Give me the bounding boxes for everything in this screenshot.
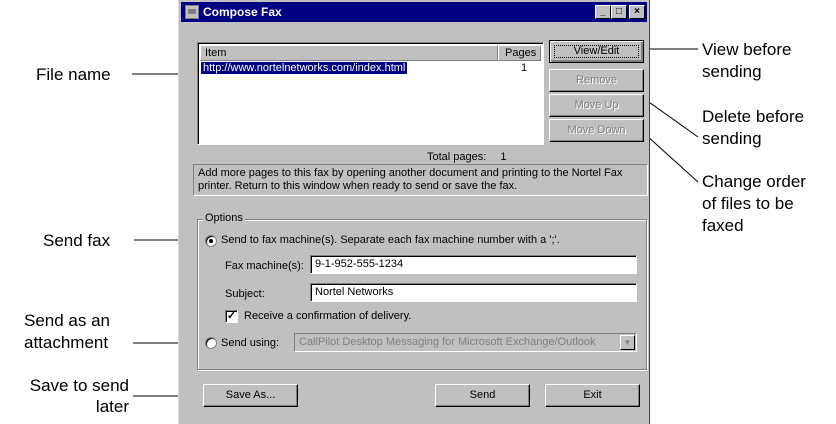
total-pages-value: 1 [500,151,507,163]
close-button[interactable]: × [629,5,645,19]
callout-change-order-line3: faxed [702,216,744,235]
save-as-button[interactable]: Save As... [203,384,298,407]
title-bar[interactable]: Compose Fax _ □ × [181,2,647,22]
view-edit-label: View/Edit [573,45,620,57]
file-list[interactable]: Item Pages http://www.nortelnetworks.com… [197,42,544,145]
callout-view-before-line1: View before [702,40,792,59]
callout-send-attachment-line1: Send as an [24,311,111,330]
send-to-fax-radio[interactable] [205,235,217,247]
file-name-text: http://www.nortelnetworks.com/index.html [201,62,408,74]
subject-label: Subject: [225,288,265,300]
total-pages: Total pages: 1 [427,151,506,163]
total-pages-label: Total pages: [427,151,487,163]
remove-button[interactable]: Remove [549,69,644,92]
list-item[interactable]: http://www.nortelnetworks.com/index.html [201,62,408,75]
confirmation-label: Receive a confirmation of delivery. [244,310,412,322]
callout-view-before-line2: sending [702,62,762,81]
move-down-button[interactable]: Move Down [549,119,644,142]
options-group-label: Options [203,212,245,224]
move-up-button[interactable]: Move Up [549,94,644,117]
callout-file-name: File name [36,65,111,84]
view-edit-button[interactable]: View/Edit [549,40,644,63]
send-to-fax-label: Send to fax machine(s). Separate each fa… [221,234,560,246]
callout-save-later-line1: Save to send [29,376,129,395]
fax-machines-input[interactable]: 9-1-952-555-1234 [310,255,637,274]
compose-fax-window: Compose Fax _ □ × Item Pages http://www.… [178,0,650,424]
send-using-value: CallPilot Desktop Messaging for Microsof… [299,336,596,348]
fax-app-icon [185,5,199,19]
minimize-button[interactable]: _ [595,5,611,19]
callout-send-fax: Send fax [43,231,111,250]
maximize-button[interactable]: □ [611,5,627,19]
send-button[interactable]: Send [435,384,530,407]
window-title: Compose Fax [203,5,282,19]
send-using-label: Send using: [221,337,280,349]
callout-send-attachment-line2: attachment [24,333,109,352]
confirmation-checkbox[interactable]: ✓ [225,310,238,323]
info-text: Add more pages to this fax by opening an… [193,164,648,196]
callout-delete-before-line2: sending [702,129,762,148]
subject-input[interactable]: Nortel Networks [310,283,637,302]
callout-change-order-line1: Change order [702,172,806,191]
callout-delete-before-line1: Delete before [702,107,805,126]
send-using-radio[interactable] [205,337,217,349]
chevron-down-icon[interactable]: ▼ [620,335,635,350]
column-header-pages[interactable]: Pages [498,45,541,61]
callout-save-later-line2: later [95,397,129,416]
send-using-select[interactable]: CallPilot Desktop Messaging for Microsof… [294,333,637,352]
fax-machines-label: Fax machine(s): [225,260,304,272]
callout-change-order-line2: of files to be [702,194,794,213]
column-header-item[interactable]: Item [200,45,498,61]
window-controls: _ □ × [595,5,645,19]
list-item-pages: 1 [521,62,528,74]
exit-button[interactable]: Exit [545,384,640,407]
